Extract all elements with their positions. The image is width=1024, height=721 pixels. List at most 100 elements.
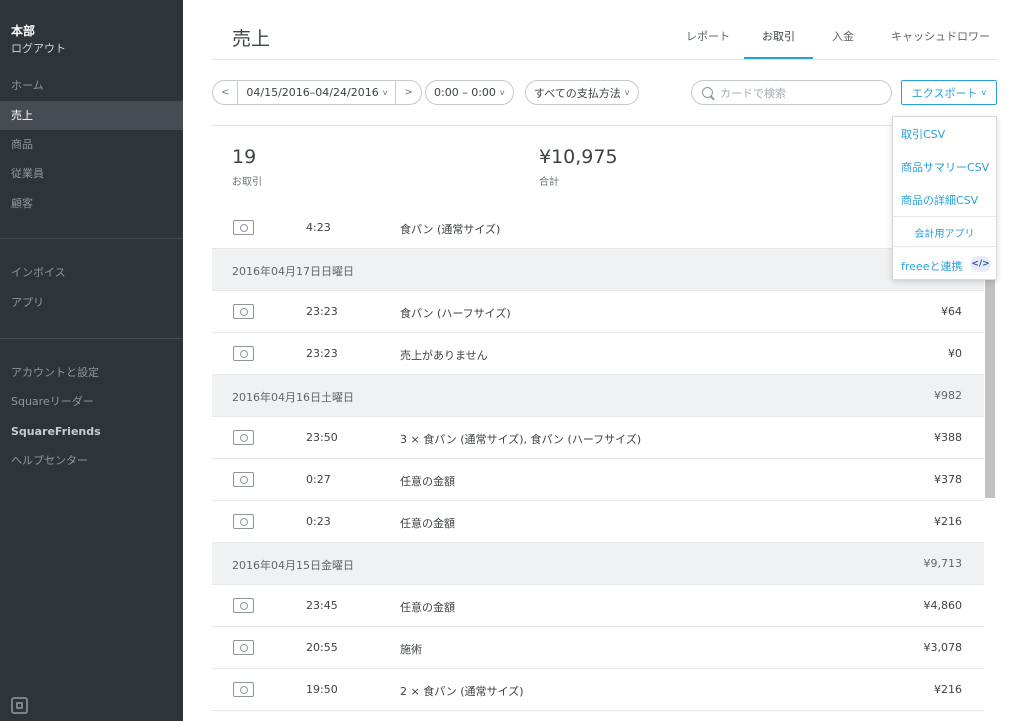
sidebar-item-items[interactable]: 商品: [0, 130, 183, 159]
txn-time: 0:23: [306, 515, 331, 528]
cash-icon: [233, 682, 254, 697]
txn-time: 23:45: [306, 599, 338, 612]
search-icon: [702, 87, 713, 98]
sidebar-item-home[interactable]: ホーム: [0, 71, 183, 100]
txn-description: 施術: [400, 643, 422, 656]
date-range-select[interactable]: 04/15/2016–04/24/2016 v: [237, 81, 395, 104]
table-row[interactable]: 4:23 食パン (通常サイズ): [212, 207, 984, 249]
cash-icon: [233, 640, 254, 655]
menu-divider: [893, 216, 996, 217]
table-row[interactable]: 23:23 売上がありません ¥0: [212, 333, 984, 375]
tab-reports[interactable]: レポート: [686, 28, 730, 60]
txn-description: 3 × 食パン (通常サイズ), 食パン (ハーフサイズ): [400, 433, 642, 446]
txn-amount: ¥64: [941, 305, 962, 318]
sidebar-item-customers[interactable]: 顧客: [0, 189, 183, 218]
txn-time: 23:23: [306, 347, 338, 360]
txn-amount: ¥3,078: [923, 641, 963, 654]
sidebar-divider: [0, 238, 183, 239]
sidebar-item-sales[interactable]: 売上: [0, 101, 183, 130]
txn-amount: ¥378: [934, 473, 962, 486]
txn-description: 2 × 食パン (通常サイズ): [400, 685, 524, 698]
txn-time: 23:50: [306, 431, 338, 444]
txn-description: 任意の金額: [400, 601, 455, 614]
card-search-input[interactable]: カードで検索: [691, 80, 892, 105]
txn-time: 0:27: [306, 473, 331, 486]
cash-icon: [233, 598, 254, 613]
table-row[interactable]: 23:23 食パン (ハーフサイズ) ¥64: [212, 291, 984, 333]
cash-icon: [233, 430, 254, 445]
date-total: ¥982: [934, 389, 962, 402]
sidebar-item-square-friends[interactable]: SquareFriends: [0, 417, 183, 446]
sidebar-item-square-reader[interactable]: Squareリーダー: [0, 387, 183, 416]
sidebar-item-invoices[interactable]: インボイス: [0, 258, 183, 287]
sidebar-item-apps[interactable]: アプリ: [0, 288, 183, 317]
export-transactions-csv[interactable]: 取引CSV: [901, 126, 945, 142]
square-logo-icon[interactable]: [11, 697, 28, 714]
date-total: ¥9,713: [923, 557, 963, 570]
table-row[interactable]: 0:27 任意の金額 ¥378: [212, 459, 984, 501]
cash-icon: [233, 304, 254, 319]
date-range-label: 04/15/2016–04/24/2016: [246, 86, 379, 99]
chevron-down-icon: v: [499, 88, 505, 97]
total-label: 合計: [539, 177, 559, 188]
chevron-left-icon: <: [221, 87, 230, 98]
freee-logo-icon: </>: [970, 256, 991, 272]
txn-time: 23:23: [306, 305, 338, 318]
date-range-picker: < 04/15/2016–04/24/2016 v >: [212, 80, 422, 105]
total-amount: ¥10,975: [539, 146, 618, 168]
time-range-select[interactable]: 0:00 – 0:00 v: [425, 80, 514, 105]
txn-description: 食パン (ハーフサイズ): [400, 307, 511, 320]
sidebar: 本部 ログアウト ホーム 売上 商品 従業員 顧客 インボイス アプリ アカウン…: [0, 0, 183, 721]
txn-description: 任意の金額: [400, 517, 455, 530]
time-range-label: 0:00 – 0:00: [434, 86, 496, 99]
freee-connect-link[interactable]: freeeと連携: [901, 258, 962, 274]
table-row[interactable]: 23:50 3 × 食パン (通常サイズ), 食パン (ハーフサイズ) ¥388: [212, 417, 984, 459]
transactions-label: お取引: [232, 177, 262, 188]
table-row[interactable]: 20:55 施術 ¥3,078: [212, 627, 984, 669]
payment-method-label: すべての支払方法: [534, 86, 621, 100]
store-name: 本部: [11, 24, 36, 38]
export-label: エクスポート: [911, 86, 978, 100]
table-row[interactable]: 23:45 任意の金額 ¥4,860: [212, 585, 984, 627]
chevron-down-icon: v: [624, 88, 630, 97]
txn-time: 19:50: [306, 683, 338, 696]
chevron-down-icon: v: [981, 88, 987, 97]
prev-date-button[interactable]: <: [213, 81, 237, 104]
payment-method-select[interactable]: すべての支払方法 v: [525, 80, 639, 105]
sidebar-divider: [0, 338, 183, 339]
sidebar-item-help-center[interactable]: ヘルプセンター: [0, 446, 183, 475]
txn-description: 食パン (通常サイズ): [400, 223, 501, 236]
txn-amount: ¥216: [934, 683, 962, 696]
date-label: 2016年04月17日日曜日: [232, 265, 354, 278]
date-header-row: 2016年04月16日土曜日 ¥982: [212, 375, 984, 417]
txn-description: 任意の金額: [400, 475, 455, 488]
cash-icon: [233, 346, 254, 361]
date-header-row: 2016年04月15日金曜日 ¥9,713: [212, 543, 984, 585]
search-placeholder: カードで検索: [720, 86, 786, 100]
export-item-detail-csv[interactable]: 商品の詳細CSV: [901, 192, 978, 208]
logout-link[interactable]: ログアウト: [11, 40, 66, 56]
transactions-count: 19: [232, 146, 257, 168]
page-title: 売上: [232, 28, 271, 50]
accounting-apps-label: 会計用アプリ: [914, 229, 975, 240]
tab-deposits[interactable]: 入金: [832, 28, 854, 60]
date-header-row: 2016年04月17日日曜日: [212, 249, 984, 291]
sidebar-item-account-settings[interactable]: アカウントと設定: [0, 358, 183, 387]
date-label: 2016年04月15日金曜日: [232, 559, 354, 572]
txn-time: 4:23: [306, 221, 331, 234]
cash-icon: [233, 514, 254, 529]
export-item-summary-csv[interactable]: 商品サマリーCSV: [901, 159, 989, 175]
txn-amount: ¥0: [948, 347, 962, 360]
sidebar-item-employees[interactable]: 従業員: [0, 159, 183, 188]
tab-cash-drawer[interactable]: キャッシュドロワー: [891, 28, 990, 60]
next-date-button[interactable]: >: [395, 81, 420, 104]
export-button[interactable]: エクスポート v: [901, 80, 997, 105]
cash-icon: [233, 472, 254, 487]
table-row[interactable]: 19:50 2 × 食パン (通常サイズ) ¥216: [212, 669, 984, 711]
date-label: 2016年04月16日土曜日: [232, 391, 354, 404]
txn-time: 20:55: [306, 641, 338, 654]
filter-divider: [212, 125, 997, 126]
tab-transactions[interactable]: お取引: [744, 28, 813, 60]
scrollbar-thumb[interactable]: [985, 278, 995, 498]
table-row[interactable]: 0:23 任意の金額 ¥216: [212, 501, 984, 543]
